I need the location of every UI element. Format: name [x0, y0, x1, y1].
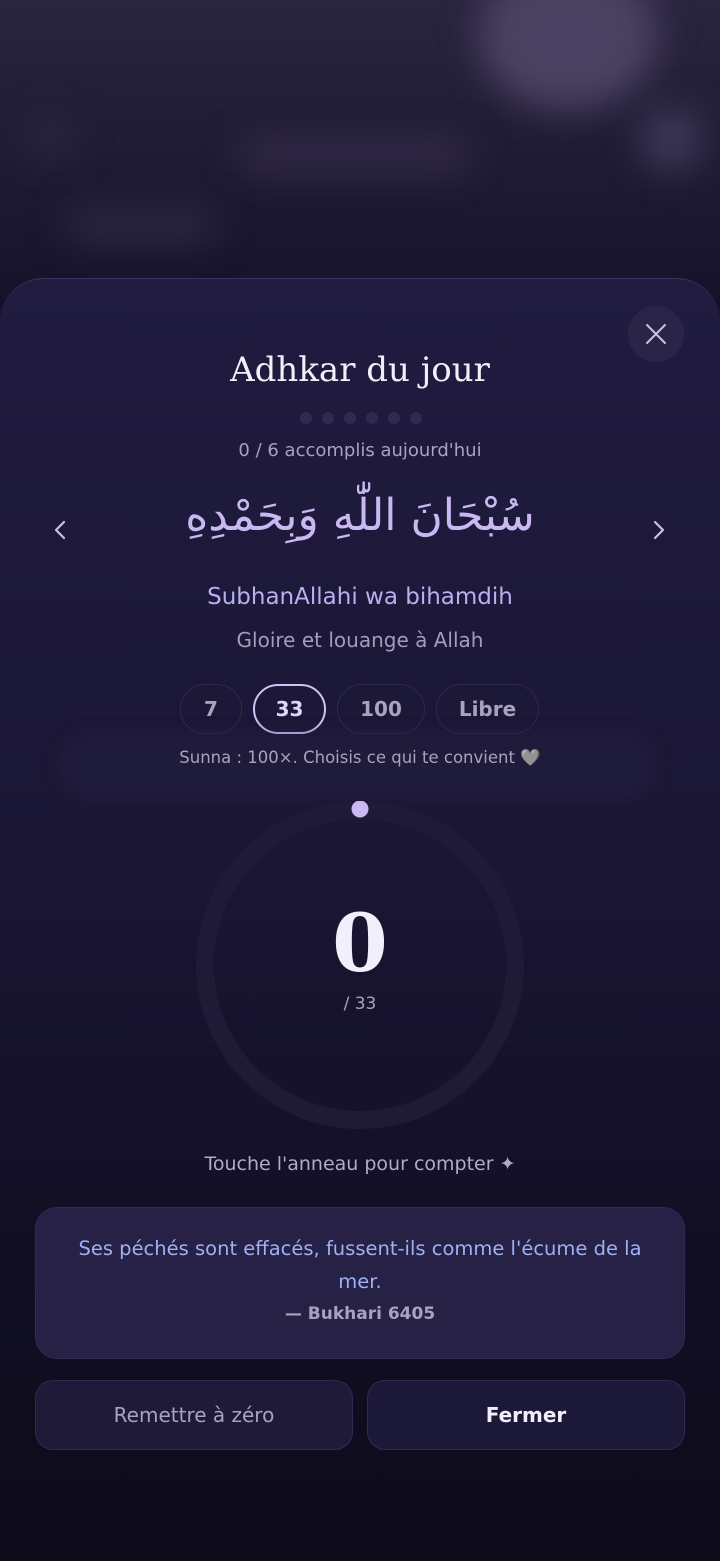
sheet-title: Adhkar du jour [230, 350, 490, 390]
hadith-source: — Bukhari 6405 [284, 1304, 436, 1324]
sunna-hint: Sunna : 100×. Choisis ce qui te convient… [179, 748, 541, 767]
dhikr-translation: Gloire et louange à Allah [236, 628, 484, 652]
counter-target: / 33 [343, 994, 377, 1014]
progress-dot [388, 412, 400, 424]
ring-progress-knob [351, 800, 369, 818]
blurred-shape [640, 108, 702, 170]
dhikr-transliteration: SubhanAllahi wa bihamdih [207, 584, 513, 610]
progress-dot [344, 412, 356, 424]
blurred-shape [66, 208, 216, 242]
previous-dhikr-button[interactable] [40, 510, 80, 550]
chevron-left-icon [54, 520, 66, 540]
blurred-shape [478, 0, 658, 110]
hadith-text: Ses péchés sont effacés, fussent-ils com… [78, 1237, 642, 1293]
counter-value[interactable]: 0 [0, 896, 720, 990]
close-sheet-button[interactable]: Fermer [367, 1380, 685, 1450]
progress-dot [366, 412, 378, 424]
reset-button[interactable]: Remettre à zéro [35, 1380, 353, 1450]
close-icon [646, 324, 666, 344]
dhikr-arabic: سُبْحَانَ اللّٰهِ وَبِحَمْدِهِ [185, 490, 535, 541]
next-dhikr-button[interactable] [639, 510, 679, 550]
count-option-7[interactable]: 7 [180, 684, 242, 734]
blurred-background [0, 0, 720, 300]
blurred-shape [24, 120, 76, 154]
progress-dot [300, 412, 312, 424]
chevron-right-icon [653, 520, 665, 540]
tap-hint: Touche l'anneau pour compter ✦ [204, 1153, 516, 1175]
count-option-libre[interactable]: Libre [436, 684, 539, 734]
daily-progress-text: 0 / 6 accomplis aujourd'hui [238, 440, 482, 461]
progress-dot [410, 412, 422, 424]
progress-dots [300, 412, 422, 424]
count-option-100[interactable]: 100 [337, 684, 425, 734]
hadith-card: Ses péchés sont effacés, fussent-ils com… [35, 1207, 685, 1359]
count-option-33[interactable]: 33 [253, 684, 326, 734]
progress-dot [322, 412, 334, 424]
blurred-shape [240, 140, 470, 170]
